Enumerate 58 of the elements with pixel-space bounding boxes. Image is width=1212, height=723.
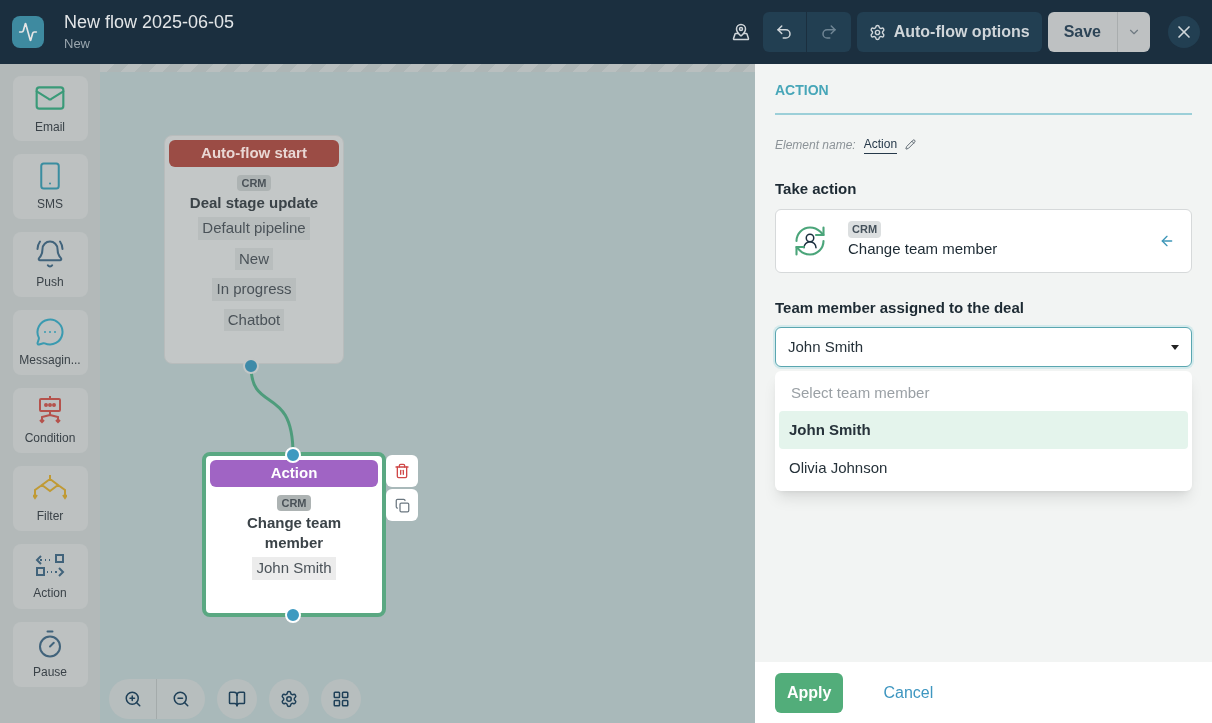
zoom-out-icon — [172, 690, 190, 708]
element-name-link[interactable]: Action — [863, 135, 898, 154]
flow-node[interactable]: Auto-flow start CRM Deal stage update Default pipeline New In progress Chatbot — [164, 135, 344, 364]
node-chip: New — [235, 247, 273, 270]
bell-icon — [35, 238, 65, 269]
pencil-icon — [905, 139, 917, 150]
palette-item[interactable]: SMS — [12, 154, 88, 219]
field-label: Team member assigned to the deal — [775, 297, 1025, 318]
node-title: Change team member — [245, 513, 343, 553]
palette-item[interactable]: Action — [12, 544, 88, 609]
dropdown-caret-icon — [1171, 344, 1179, 350]
cancel-button[interactable]: Cancel — [883, 680, 934, 705]
redo-icon — [819, 23, 838, 41]
dropdown-option[interactable]: John Smith — [779, 411, 1188, 449]
trash-icon — [394, 463, 410, 479]
settings-button[interactable] — [269, 679, 309, 719]
book-icon — [228, 690, 246, 708]
palette-item[interactable]: Pause — [12, 622, 88, 687]
palette-item[interactable]: Messagin... — [12, 310, 88, 375]
chat-bubble-icon — [35, 316, 65, 347]
input-port[interactable] — [285, 447, 301, 463]
palette-item[interactable]: Filter — [12, 466, 88, 531]
flow-status: New — [64, 35, 91, 54]
pulse-icon — [18, 22, 38, 42]
node-title: Deal stage update — [188, 193, 320, 213]
grid-button[interactable] — [321, 679, 361, 719]
crm-tag: CRM — [848, 221, 882, 238]
settings-icon — [280, 690, 298, 708]
node-chip: Default pipeline — [198, 217, 310, 240]
dropdown-option[interactable]: Olivia Johnson — [779, 449, 1188, 487]
close-button[interactable] — [1168, 16, 1200, 48]
map-search-icon — [731, 23, 750, 41]
copy-icon — [394, 497, 410, 513]
palette-item[interactable]: Email — [12, 76, 88, 141]
action-card[interactable]: CRM Change team member — [775, 208, 1192, 273]
team-member-select[interactable]: John Smith — [775, 327, 1192, 367]
crm-tag: CRM — [237, 174, 271, 191]
node-chip: John Smith — [252, 557, 336, 580]
undo-icon — [775, 23, 794, 41]
node-header: Action — [210, 460, 378, 487]
zoom-in-icon — [123, 690, 142, 708]
action-title: Change team member — [848, 238, 998, 259]
auto-flow-options-button[interactable]: Auto-flow options — [856, 12, 1042, 52]
settings-icon — [868, 23, 886, 41]
duplicate-button[interactable] — [386, 489, 418, 521]
palette-item[interactable]: Push — [12, 232, 88, 297]
guide-button[interactable] — [217, 679, 257, 719]
node-chip: In progress — [212, 278, 296, 301]
node-header: Auto-flow start — [169, 140, 339, 167]
delete-button[interactable] — [386, 455, 418, 487]
take-action-label: Take action — [775, 179, 858, 199]
element-name-label: Element name: — [775, 136, 856, 154]
node-chip: Chatbot — [223, 308, 285, 331]
crm-tag: CRM — [277, 494, 311, 511]
flow-title: New flow 2025-06-05 — [64, 11, 235, 35]
grid-icon — [332, 690, 350, 708]
palette-item[interactable]: Condition — [12, 388, 88, 453]
flow-node[interactable]: Action CRM Change team member John Smith — [202, 452, 386, 617]
